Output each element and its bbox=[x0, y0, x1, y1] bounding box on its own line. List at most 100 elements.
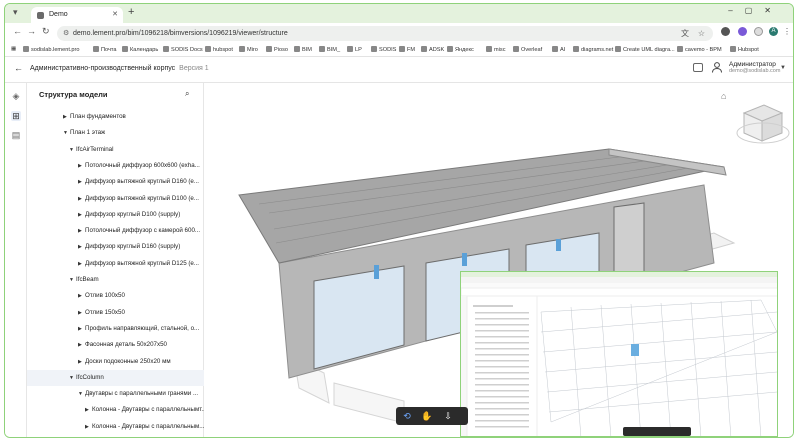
view-cube[interactable] bbox=[736, 104, 790, 144]
bookmark-2[interactable]: Календарь bbox=[122, 46, 158, 53]
hand-icon[interactable]: ✋ bbox=[420, 410, 434, 422]
bookmark-favicon-icon bbox=[486, 46, 492, 52]
tree-row[interactable]: ▼ План 1 этаж bbox=[27, 125, 204, 141]
bookmark-14[interactable]: misc bbox=[486, 46, 506, 53]
tree-row[interactable]: ▼ IfcColumn bbox=[27, 369, 204, 386]
bookmark-17[interactable]: diagrams.net bbox=[573, 46, 613, 53]
extensions-puzzle-icon[interactable] bbox=[754, 27, 763, 36]
bookmark-12[interactable]: ADSK bbox=[421, 46, 444, 53]
tree-row[interactable]: ▶ План фундаментов bbox=[27, 109, 204, 125]
chevron-down-icon[interactable]: ▼ bbox=[69, 370, 76, 386]
chevron-right-icon[interactable]: ▶ bbox=[78, 239, 85, 255]
tree-row[interactable]: ▶ Потолочный диффузор с камерой 600... bbox=[27, 223, 204, 239]
chevron-right-icon[interactable]: ▶ bbox=[63, 109, 70, 125]
site-info-icon[interactable]: ⚙ bbox=[63, 26, 69, 41]
tree-row[interactable]: ▶ Профиль направляющий, стальной, о... bbox=[27, 321, 204, 337]
bookmark-favicon-icon bbox=[730, 46, 736, 52]
chevron-down-icon[interactable]: ▼ bbox=[780, 65, 786, 71]
bookmark-star-icon[interactable]: ☆ bbox=[698, 26, 705, 41]
search-icon[interactable]: ⌕ bbox=[185, 89, 189, 99]
bookmark-5[interactable]: Miro bbox=[239, 46, 258, 53]
chevron-right-icon[interactable]: ▶ bbox=[78, 321, 85, 337]
bookmark-6[interactable]: Pioso bbox=[266, 46, 288, 53]
window-controls[interactable]: –▢✕ bbox=[728, 6, 783, 15]
chevron-right-icon[interactable]: ▶ bbox=[78, 223, 85, 239]
comments-icon[interactable] bbox=[693, 63, 703, 72]
bookmark-18[interactable]: Create UML diagra... bbox=[615, 46, 675, 53]
tree-row[interactable]: ▶ Потолочный диффузор 600x600 (exha... bbox=[27, 158, 204, 174]
reload-icon[interactable]: ↻ bbox=[42, 26, 50, 37]
tree-row[interactable]: ▶ Доски подоконные 250x20 мм bbox=[27, 354, 204, 370]
back-arrow-icon[interactable]: ← bbox=[14, 63, 23, 73]
browser-tab[interactable]: Demo ✕ bbox=[31, 7, 123, 23]
chevron-right-icon[interactable]: ▶ bbox=[85, 419, 92, 435]
bookmark-15[interactable]: Overleaf bbox=[513, 46, 542, 53]
bookmark-7[interactable]: BIM bbox=[294, 46, 312, 53]
tree-row[interactable]: ▼ Двутавры с параллельными гранями ... bbox=[27, 386, 204, 402]
bookmark-favicon-icon bbox=[163, 46, 169, 52]
bookmark-3[interactable]: SODIS Docs bbox=[163, 46, 203, 53]
chevron-right-icon[interactable]: ▶ bbox=[78, 158, 85, 174]
bookmark-16[interactable]: AI bbox=[552, 46, 565, 53]
chevron-down-icon[interactable]: ▼ bbox=[78, 386, 85, 402]
bookmark-13[interactable]: Яндекс bbox=[447, 46, 474, 53]
pan-arrow-icon[interactable]: ⇩ bbox=[441, 410, 455, 422]
chevron-right-icon[interactable]: ▶ bbox=[78, 207, 85, 223]
chevron-right-icon[interactable]: ▶ bbox=[85, 402, 92, 418]
bookmark-19[interactable]: cavemo - BPM bbox=[677, 46, 722, 53]
model-viewport[interactable]: ⌂ ⟲ ✋ ⇩ bbox=[204, 83, 793, 437]
tree-row[interactable]: ▼ IfcAirTerminal bbox=[27, 142, 204, 158]
back-icon[interactable]: ← bbox=[13, 26, 22, 36]
close-tab-icon[interactable]: ✕ bbox=[112, 7, 118, 23]
tree-row[interactable]: ▶ Диффузор вытяжной круглый D100 (e... bbox=[27, 191, 204, 207]
bookmark-9[interactable]: LP bbox=[347, 46, 362, 53]
url-field[interactable]: ⚙ demo.lement.pro/bim/1096218/bimversion… bbox=[57, 26, 713, 41]
profile-avatar[interactable]: A bbox=[769, 27, 778, 36]
chevron-right-icon[interactable]: ▶ bbox=[78, 288, 85, 304]
chevron-right-icon[interactable]: ▶ bbox=[78, 256, 85, 272]
orbit-icon[interactable]: ⟲ bbox=[400, 410, 414, 422]
tree-row-label: Потолочный диффузор с камерой 600... bbox=[85, 227, 201, 235]
chevron-right-icon[interactable]: ▶ bbox=[78, 174, 85, 190]
chevron-down-icon[interactable]: ▼ bbox=[63, 125, 70, 141]
tree-row[interactable]: ▶ Диффузор круглый D160 (supply) bbox=[27, 239, 204, 255]
bookmark-1[interactable]: Почта bbox=[93, 46, 117, 53]
tree-row[interactable]: ▶ Отлив 100x50 bbox=[27, 288, 204, 304]
tree-row[interactable]: ▶ Колонна - Двутавры с параллельным... bbox=[27, 419, 204, 435]
browser-menu-icon[interactable]: ⋮ bbox=[783, 27, 791, 36]
tree-row[interactable]: ▶ Фасонная деталь 50x207x50 bbox=[27, 337, 204, 353]
bookmark-11[interactable]: FM bbox=[399, 46, 415, 53]
bookmark-4[interactable]: hubspot bbox=[205, 46, 233, 53]
tree-row[interactable]: ▶ Диффузор вытяжной круглый D125 (e... bbox=[27, 256, 204, 272]
apps-grid-icon[interactable]: ▦ bbox=[11, 46, 16, 52]
user-info[interactable]: Администратор demo@sodislab.com bbox=[729, 61, 780, 75]
layers-icon[interactable]: ◈ bbox=[11, 91, 21, 101]
properties-icon[interactable]: ▤ bbox=[11, 130, 21, 140]
chevron-right-icon[interactable]: ▶ bbox=[78, 305, 85, 321]
version-label: Версия 1 bbox=[179, 65, 209, 72]
extension-icon[interactable] bbox=[721, 27, 730, 36]
chevron-right-icon[interactable]: ▶ bbox=[78, 191, 85, 207]
forward-icon[interactable]: → bbox=[27, 26, 36, 36]
tree-row[interactable]: ▶ Диффузор круглый D100 (supply) bbox=[27, 207, 204, 223]
tree-row[interactable]: ▶ Диффузор вытяжной круглый D160 (e... bbox=[27, 174, 204, 190]
chevron-down-icon[interactable]: ▼ bbox=[69, 272, 76, 288]
tree-row[interactable]: ▶ Колонна - Двутавры с параллельнымт... bbox=[27, 402, 204, 418]
bookmark-0[interactable]: sodislab.lement.pro bbox=[23, 46, 80, 53]
chevron-right-icon[interactable]: ▶ bbox=[78, 354, 85, 370]
tree-row[interactable]: ▼ IfcBeam bbox=[27, 272, 204, 288]
tree-row[interactable]: ▶ Отлив 150x50 bbox=[27, 305, 204, 321]
structure-tree-icon[interactable]: ⊞ bbox=[11, 111, 21, 121]
bookmark-8[interactable]: BIM_ bbox=[319, 46, 340, 53]
bookmark-20[interactable]: Hubspot bbox=[730, 46, 759, 53]
chevron-down-icon[interactable]: ▼ bbox=[69, 142, 76, 158]
tab-menu-icon[interactable]: ▾ bbox=[13, 7, 18, 18]
bookmark-10[interactable]: SODIS bbox=[371, 46, 396, 53]
air-terminal bbox=[374, 265, 379, 279]
home-view-icon[interactable]: ⌂ bbox=[721, 91, 726, 101]
user-avatar-icon[interactable] bbox=[711, 61, 723, 73]
new-tab-button[interactable]: + bbox=[128, 6, 134, 18]
chevron-right-icon[interactable]: ▶ bbox=[78, 337, 85, 353]
translate-icon[interactable]: 文 bbox=[681, 26, 689, 41]
extension-icon-2[interactable] bbox=[738, 27, 747, 36]
